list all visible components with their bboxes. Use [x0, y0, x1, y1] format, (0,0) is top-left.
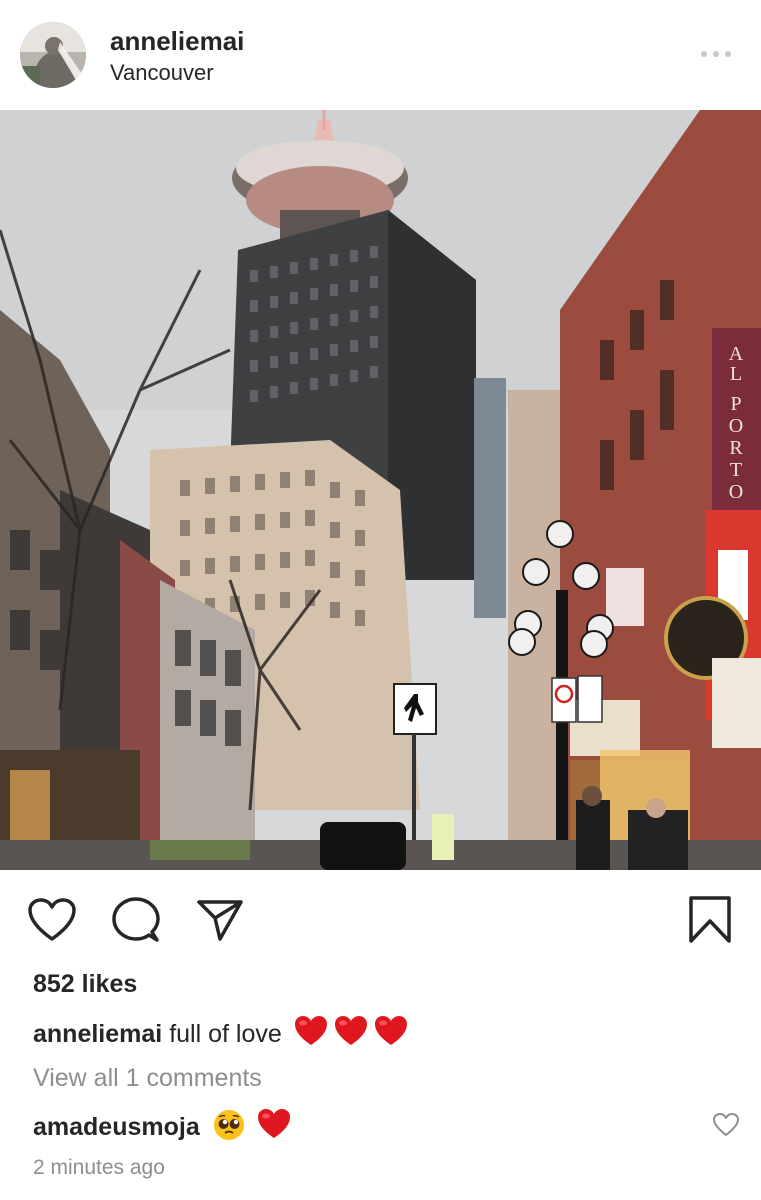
svg-text:O: O: [729, 415, 743, 437]
red-heart-emoji-icon: [373, 1015, 409, 1054]
svg-text:P: P: [730, 393, 741, 415]
red-heart-emoji-icon: [293, 1015, 329, 1054]
caption-username[interactable]: anneliemai: [33, 1020, 162, 1048]
post-username[interactable]: anneliemai: [110, 26, 244, 57]
comment-row: amadeusmoja: [33, 1108, 292, 1148]
avatar[interactable]: [20, 22, 86, 88]
red-heart-emoji-icon: [256, 1108, 292, 1147]
more-dots-icon[interactable]: [698, 40, 734, 68]
svg-text:R: R: [729, 437, 743, 459]
caption-text: full of love: [169, 1020, 282, 1048]
red-heart-emoji-icon: [333, 1015, 369, 1054]
post-caption: anneliemai full of love: [33, 1015, 409, 1054]
post-photo[interactable]: A L P O R T O: [0, 110, 761, 870]
svg-text:A: A: [729, 343, 744, 365]
post-header: anneliemai Vancouver: [0, 0, 761, 110]
bookmark-icon[interactable]: [684, 894, 736, 946]
view-all-comments-link[interactable]: View all 1 comments: [33, 1064, 262, 1093]
svg-text:O: O: [729, 481, 743, 503]
pleading-face-emoji-icon: [213, 1109, 245, 1148]
heart-icon[interactable]: [26, 894, 78, 946]
action-bar: [0, 880, 761, 960]
send-icon[interactable]: [194, 894, 246, 946]
post-location[interactable]: Vancouver: [110, 60, 214, 86]
svg-text:L: L: [730, 363, 742, 385]
small-heart-icon[interactable]: [712, 1112, 740, 1140]
comment-username[interactable]: amadeusmoja: [33, 1113, 200, 1141]
likes-count[interactable]: 852 likes: [33, 970, 137, 999]
post-timestamp: 2 minutes ago: [33, 1156, 165, 1179]
comment-icon[interactable]: [110, 894, 162, 946]
svg-text:T: T: [730, 459, 742, 481]
